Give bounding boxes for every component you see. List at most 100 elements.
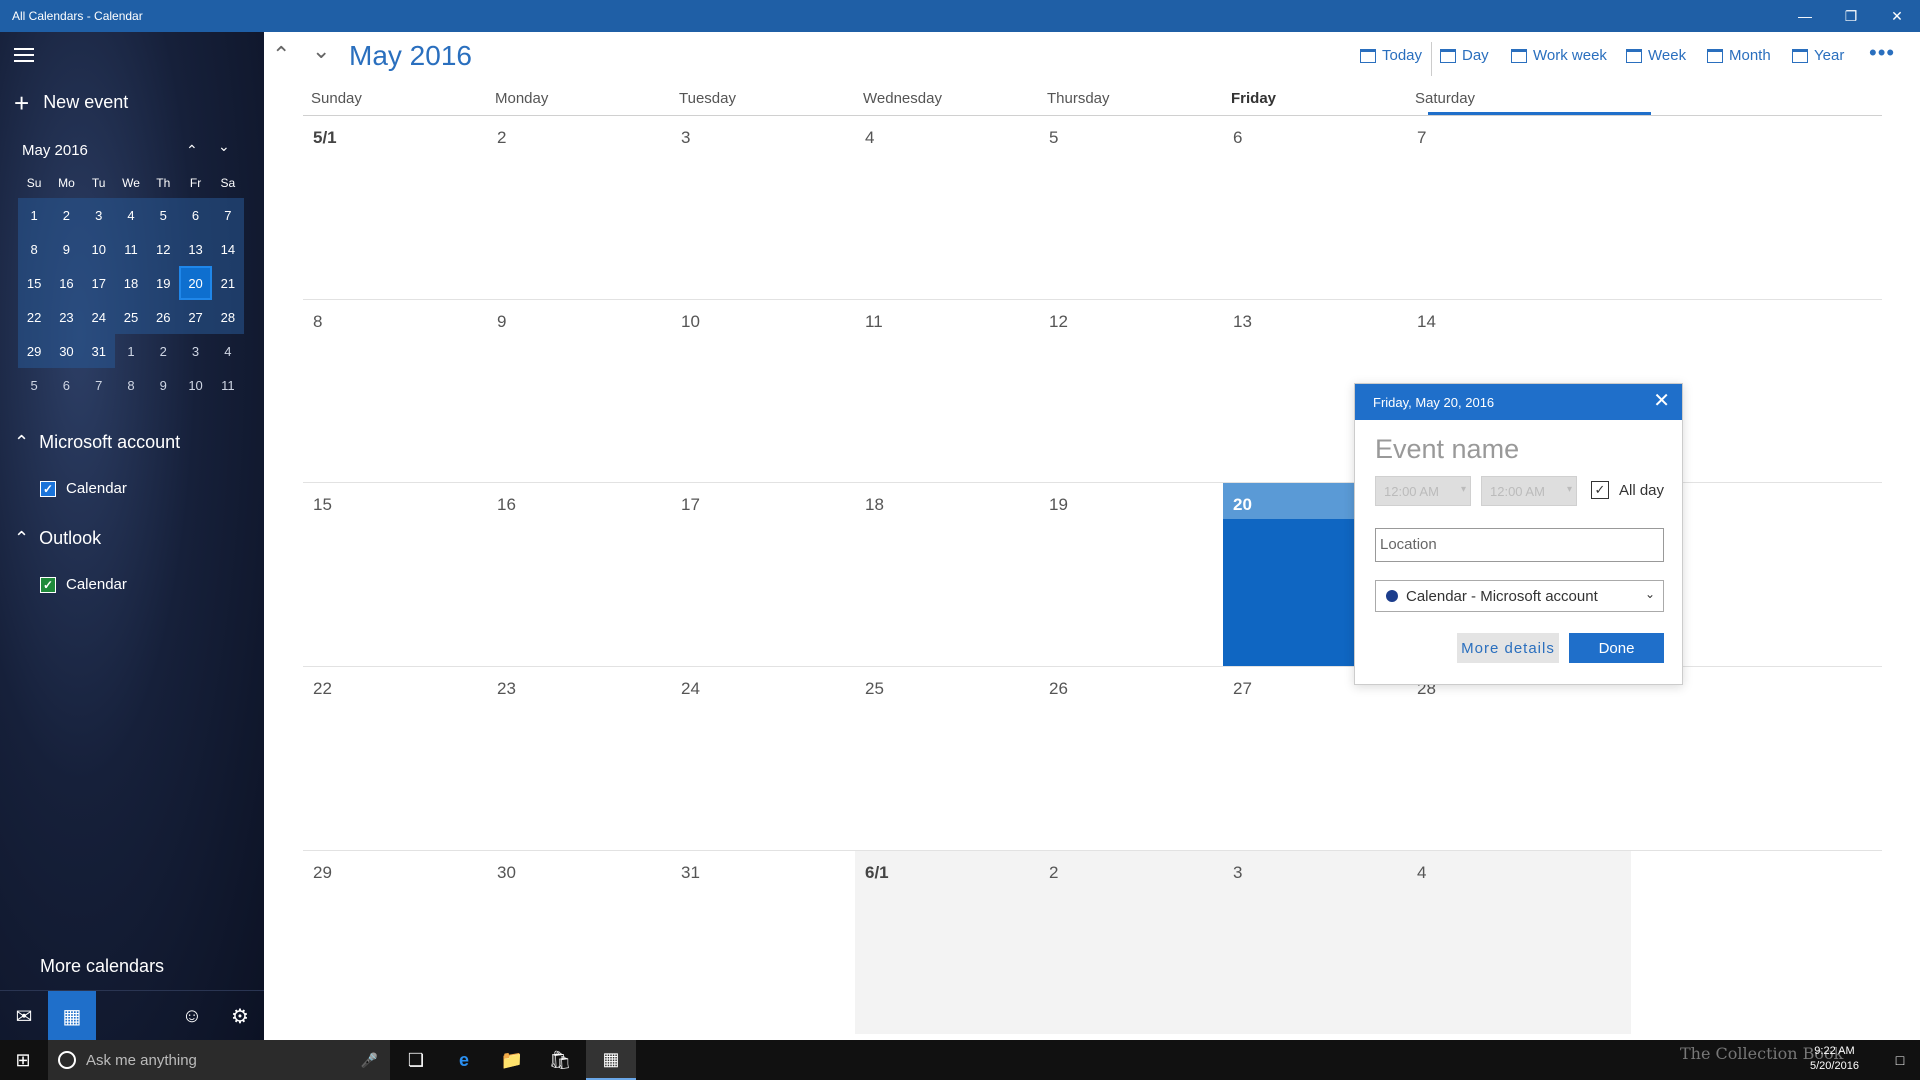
- week-view-button[interactable]: Week: [1626, 47, 1686, 64]
- chevron-down-icon: ⌄: [1644, 587, 1655, 601]
- mini-day[interactable]: 5: [18, 368, 50, 402]
- plus-icon: +: [14, 87, 30, 118]
- previous-month-icon[interactable]: ⌃: [272, 42, 290, 68]
- today-button[interactable]: Today: [1360, 47, 1422, 64]
- edge-browser-icon[interactable]: e: [440, 1040, 488, 1080]
- year-view-button[interactable]: Year: [1792, 47, 1844, 64]
- mini-prev-month-icon[interactable]: ⌃: [186, 142, 198, 159]
- start-time-select[interactable]: 12:00 AM ▾: [1375, 476, 1471, 506]
- account-header-microsoft[interactable]: ⌃ Microsoft account: [14, 432, 180, 453]
- calendar-toggle-outlook[interactable]: ✓ Calendar: [40, 576, 127, 593]
- minimize-button[interactable]: —: [1782, 0, 1828, 32]
- mini-day[interactable]: 25: [114, 300, 148, 334]
- file-explorer-icon[interactable]: 📁: [488, 1040, 536, 1080]
- day-cell[interactable]: 28: [1407, 667, 1631, 850]
- mini-day[interactable]: 31: [82, 334, 115, 368]
- restore-button[interactable]: ❐: [1828, 0, 1874, 32]
- calendar-app-icon[interactable]: ▦: [586, 1040, 636, 1080]
- mini-day[interactable]: 6: [179, 198, 212, 232]
- mini-day[interactable]: 19: [147, 266, 180, 300]
- checkbox-checked-icon[interactable]: ✓: [40, 480, 56, 497]
- new-event-button[interactable]: + New event: [14, 87, 128, 118]
- mini-day[interactable]: 30: [50, 334, 83, 368]
- mini-day[interactable]: 1: [18, 198, 51, 232]
- calendar-select[interactable]: Calendar - Microsoft account ⌄: [1375, 580, 1664, 612]
- mini-calendar-title[interactable]: May 2016: [22, 142, 268, 159]
- mini-day[interactable]: 21: [211, 266, 244, 300]
- today-icon: [1360, 48, 1376, 63]
- next-month-icon[interactable]: ⌄: [312, 38, 330, 64]
- cortana-search-box[interactable]: Ask me anything 🎤: [48, 1040, 390, 1080]
- more-options-icon[interactable]: •••: [1869, 40, 1895, 66]
- mini-day[interactable]: 7: [83, 368, 115, 402]
- hamburger-menu-icon[interactable]: [14, 48, 34, 64]
- location-input[interactable]: Location: [1375, 528, 1664, 562]
- checkbox-checked-icon[interactable]: ✓: [40, 576, 56, 593]
- account-header-outlook[interactable]: ⌃ Outlook: [14, 528, 101, 549]
- more-details-button[interactable]: More details: [1457, 633, 1559, 663]
- mini-day[interactable]: 28: [211, 300, 244, 334]
- mini-day[interactable]: 2: [50, 198, 83, 232]
- close-window-button[interactable]: ✕: [1874, 0, 1920, 32]
- popup-date: Friday, May 20, 2016: [1373, 395, 1495, 410]
- mini-day[interactable]: 3: [82, 198, 115, 232]
- mini-day[interactable]: 18: [114, 266, 148, 300]
- mini-day[interactable]: 24: [82, 300, 115, 334]
- mini-day[interactable]: 15: [18, 266, 51, 300]
- month-view-button[interactable]: Month: [1707, 47, 1771, 64]
- mini-day[interactable]: 20: [179, 266, 212, 300]
- mini-day[interactable]: 26: [147, 300, 180, 334]
- mini-day[interactable]: 3: [179, 334, 211, 368]
- mini-day[interactable]: 13: [179, 232, 212, 266]
- task-view-icon[interactable]: ❏: [392, 1040, 440, 1080]
- end-time-select[interactable]: 12:00 AM ▾: [1481, 476, 1577, 506]
- store-icon[interactable]: 🛍: [536, 1040, 584, 1080]
- mini-day[interactable]: 10: [82, 232, 115, 266]
- start-windows-icon[interactable]: ⊞: [0, 1040, 46, 1080]
- mail-icon[interactable]: ✉: [0, 991, 48, 1041]
- calendar-toggle-microsoft[interactable]: ✓ Calendar: [40, 480, 127, 497]
- mini-weekday-label: Tu: [91, 176, 106, 190]
- mini-next-month-icon[interactable]: ⌄: [218, 138, 230, 155]
- close-icon[interactable]: ✕: [1653, 390, 1670, 412]
- mini-day[interactable]: 4: [114, 198, 148, 232]
- mini-day[interactable]: 12: [147, 232, 180, 266]
- settings-gear-icon[interactable]: ⚙: [216, 991, 264, 1041]
- mini-day[interactable]: 5: [147, 198, 180, 232]
- mini-day[interactable]: 8: [115, 368, 147, 402]
- mini-day[interactable]: 1: [115, 334, 147, 368]
- event-name-input[interactable]: Event name: [1375, 434, 1519, 465]
- microphone-icon[interactable]: 🎤: [361, 1052, 378, 1069]
- mini-day[interactable]: 7: [211, 198, 244, 232]
- mini-day[interactable]: 2: [147, 334, 179, 368]
- work-week-view-button[interactable]: Work week: [1511, 47, 1607, 64]
- action-center-icon[interactable]: □: [1880, 1040, 1920, 1080]
- day-cell[interactable]: 4: [1407, 851, 1631, 1034]
- weekday-label: Saturday: [1415, 90, 1476, 107]
- mini-day[interactable]: 22: [18, 300, 51, 334]
- mini-day[interactable]: 11: [212, 368, 244, 402]
- mini-day[interactable]: 14: [211, 232, 244, 266]
- mini-weekday-label: Sa: [220, 176, 236, 190]
- mini-day[interactable]: 23: [50, 300, 83, 334]
- system-clock[interactable]: 9:22 AM 5/20/2016: [1810, 1044, 1859, 1074]
- mini-day[interactable]: 29: [18, 334, 51, 368]
- mini-day[interactable]: 4: [212, 334, 244, 368]
- mini-day[interactable]: 11: [114, 232, 148, 266]
- all-day-checkbox[interactable]: ✓ All day: [1591, 481, 1664, 499]
- calendar-icon[interactable]: ▦: [48, 991, 96, 1041]
- mini-day[interactable]: 9: [147, 368, 179, 402]
- mini-day[interactable]: 27: [179, 300, 212, 334]
- day-view-button[interactable]: Day: [1440, 47, 1489, 64]
- mini-day[interactable]: 8: [18, 232, 51, 266]
- mini-weekday-label: We: [122, 176, 140, 190]
- more-calendars-link[interactable]: More calendars: [40, 956, 164, 977]
- feedback-smiley-icon[interactable]: ☺: [168, 991, 216, 1041]
- mini-day[interactable]: 9: [50, 232, 83, 266]
- day-cell[interactable]: 7: [1407, 116, 1631, 299]
- done-button[interactable]: Done: [1569, 633, 1664, 663]
- mini-day[interactable]: 17: [82, 266, 115, 300]
- mini-day[interactable]: 16: [50, 266, 83, 300]
- mini-day[interactable]: 10: [179, 368, 211, 402]
- mini-day[interactable]: 6: [50, 368, 82, 402]
